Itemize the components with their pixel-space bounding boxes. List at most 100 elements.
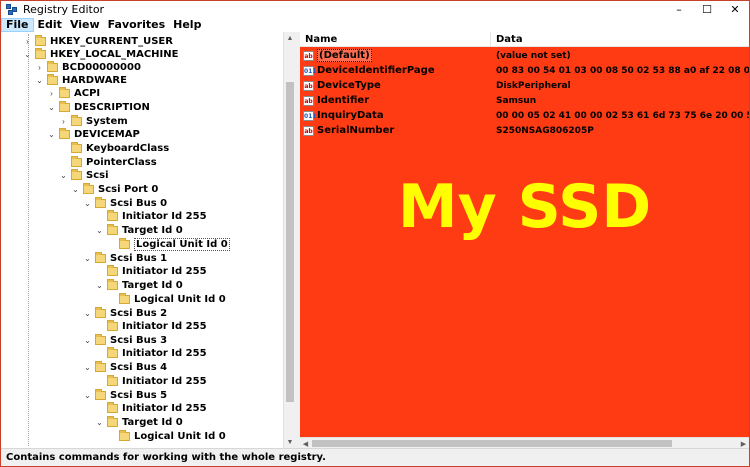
- value-row[interactable]: 011 DeviceIdentifierPage 00 83 00 54 01 03…: [300, 63, 749, 78]
- status-bar: Contains commands for working with the w…: [1, 448, 749, 466]
- value-row[interactable]: 011 InquiryData 00 00 05 02 41 00 00 02 53…: [300, 108, 749, 123]
- tree-node-label: Initiator Id 255: [122, 210, 207, 222]
- overlay-caption: My SSD: [397, 172, 652, 242]
- tree-node[interactable]: ⌄ Target Id 0: [95, 415, 183, 429]
- collapse-chevron-icon[interactable]: ⌄: [95, 418, 104, 427]
- tree-node[interactable]: ⌄ Scsi Bus 1: [83, 251, 167, 265]
- folder-icon: [59, 86, 70, 98]
- tree-node[interactable]: ⌄ Target Id 0: [95, 223, 183, 237]
- tree-node[interactable]: ⌄ Scsi: [59, 168, 109, 182]
- menu-help[interactable]: Help: [169, 18, 205, 32]
- menu-view[interactable]: View: [66, 18, 104, 32]
- tree-node-label: HKEY_LOCAL_MACHINE: [50, 48, 179, 60]
- value-row[interactable]: ab DeviceType DiskPeripheral: [300, 78, 749, 93]
- value-name: (Default): [317, 49, 372, 62]
- collapse-chevron-icon[interactable]: ⌄: [83, 391, 92, 400]
- collapse-chevron-icon[interactable]: ⌄: [47, 103, 56, 112]
- folder-icon: [95, 360, 106, 372]
- value-row[interactable]: ab SerialNumber S250NSAG806205P: [300, 123, 749, 138]
- tree-node[interactable]: Initiator Id 255: [95, 401, 207, 415]
- expand-chevron-icon[interactable]: ›: [35, 63, 44, 72]
- folder-icon: [95, 306, 106, 318]
- tree-scroll-thumb[interactable]: [286, 82, 294, 402]
- tree-node[interactable]: ⌄ Scsi Bus 3: [83, 333, 167, 347]
- value-row[interactable]: ab Identifier Samsun: [300, 93, 749, 108]
- values-list[interactable]: Name Data ab (Default) (value not set) 011 D…: [300, 32, 749, 448]
- maximize-button[interactable]: ☐: [693, 1, 721, 18]
- tree-node-label: Initiator Id 255: [122, 320, 207, 332]
- registry-tree[interactable]: › HKEY_CURRENT_USER ⌄ HKEY_LOCAL_MACHINE › BC…: [1, 32, 295, 448]
- tree-node[interactable]: PointerClass: [59, 155, 157, 169]
- tree-node[interactable]: ⌄ Target Id 0: [95, 278, 183, 292]
- tree-node[interactable]: ⌄ DEVICEMAP: [47, 127, 140, 141]
- tree-node[interactable]: Logical Unit Id 0: [107, 429, 226, 443]
- tree-node-label: Logical Unit Id 0: [134, 430, 226, 442]
- tree-node[interactable]: ⌄ HKEY_LOCAL_MACHINE: [23, 47, 178, 61]
- tree-vertical-scrollbar[interactable]: ▲ ▼: [283, 32, 295, 448]
- tree-node-label: Scsi Bus 1: [110, 252, 168, 264]
- tree-node[interactable]: › System: [59, 114, 128, 128]
- tree-node[interactable]: Logical Unit Id 0: [107, 292, 226, 306]
- expand-chevron-icon[interactable]: ›: [47, 89, 56, 98]
- column-data-header[interactable]: Data: [491, 32, 749, 47]
- value-name: InquiryData: [317, 110, 384, 121]
- tree-node-label: Scsi Bus 3: [110, 334, 168, 346]
- tree-node[interactable]: KeyboardClass: [59, 141, 169, 155]
- value-data: 00 83 00 54 01 03 00 08 50 02 53 88 a0 a…: [496, 65, 749, 76]
- collapse-chevron-icon[interactable]: ⌄: [83, 199, 92, 208]
- tree-node[interactable]: ⌄ DESCRIPTION: [47, 100, 150, 114]
- folder-icon: [107, 223, 118, 235]
- value-data: Samsun: [496, 95, 537, 106]
- tree-node[interactable]: ⌄ Scsi Bus 0: [83, 196, 167, 210]
- tree-node[interactable]: ⌄ HARDWARE: [35, 73, 127, 87]
- tree-node[interactable]: ⌄ Scsi Bus 5: [83, 388, 167, 402]
- title-bar[interactable]: Registry Editor – ☐ ✕: [1, 1, 749, 18]
- expand-chevron-icon[interactable]: ›: [23, 37, 32, 46]
- menu-file[interactable]: File: [1, 18, 34, 32]
- tree-node[interactable]: › BCD00000000: [35, 60, 141, 74]
- minimize-button[interactable]: –: [665, 1, 693, 18]
- collapse-chevron-icon[interactable]: ⌄: [47, 130, 56, 139]
- tree-node[interactable]: Initiator Id 255: [95, 374, 207, 388]
- collapse-chevron-icon[interactable]: ⌄: [35, 76, 44, 85]
- menu-favorites[interactable]: Favorites: [104, 18, 169, 32]
- list-horizontal-scrollbar[interactable]: ◀ ▶: [300, 437, 749, 448]
- value-data: DiskPeripheral: [496, 80, 571, 91]
- collapse-chevron-icon[interactable]: ⌄: [71, 185, 80, 194]
- collapse-chevron-icon[interactable]: ⌄: [59, 171, 68, 180]
- folder-icon: [95, 388, 106, 400]
- column-name-header[interactable]: Name: [300, 32, 491, 47]
- tree-node[interactable]: Initiator Id 255: [95, 319, 207, 333]
- collapse-chevron-icon[interactable]: ⌄: [83, 336, 92, 345]
- tree-node-label: DESCRIPTION: [74, 101, 150, 113]
- folder-icon: [95, 196, 106, 208]
- collapse-chevron-icon[interactable]: ⌄: [95, 226, 104, 235]
- tree-node[interactable]: ⌄ Scsi Port 0: [71, 182, 158, 196]
- tree-node-label: PointerClass: [86, 156, 157, 168]
- tree-node[interactable]: Initiator Id 255: [95, 264, 207, 278]
- collapse-chevron-icon[interactable]: ⌄: [83, 363, 92, 372]
- tree-node[interactable]: › HKEY_CURRENT_USER: [23, 34, 173, 48]
- tree-node-label: Initiator Id 255: [122, 265, 207, 277]
- tree-node[interactable]: ⌄ Scsi Bus 2: [83, 306, 167, 320]
- expand-chevron-icon[interactable]: ›: [59, 117, 68, 126]
- string-value-icon: ab: [303, 80, 314, 91]
- list-scroll-thumb[interactable]: [312, 440, 672, 447]
- tree-node[interactable]: Logical Unit Id 0: [107, 237, 230, 251]
- tree-node[interactable]: Initiator Id 255: [95, 209, 207, 223]
- tree-node[interactable]: Initiator Id 255: [95, 346, 207, 360]
- binary-value-icon: 011: [303, 110, 317, 121]
- menu-edit[interactable]: Edit: [34, 18, 66, 32]
- collapse-chevron-icon[interactable]: ⌄: [83, 309, 92, 318]
- tree-node[interactable]: › ACPI: [47, 86, 100, 100]
- tree-node-label: Scsi Bus 2: [110, 307, 168, 319]
- close-button[interactable]: ✕: [721, 1, 749, 18]
- tree-node[interactable]: ⌄ Scsi Bus 4: [83, 360, 167, 374]
- collapse-chevron-icon[interactable]: ⌄: [83, 254, 92, 263]
- collapse-chevron-icon[interactable]: ⌄: [23, 50, 32, 59]
- value-row[interactable]: ab (Default) (value not set): [300, 48, 749, 63]
- folder-icon: [107, 264, 118, 276]
- value-rows: ab (Default) (value not set) 011 DeviceIdent…: [300, 48, 749, 138]
- collapse-chevron-icon[interactable]: ⌄: [95, 281, 104, 290]
